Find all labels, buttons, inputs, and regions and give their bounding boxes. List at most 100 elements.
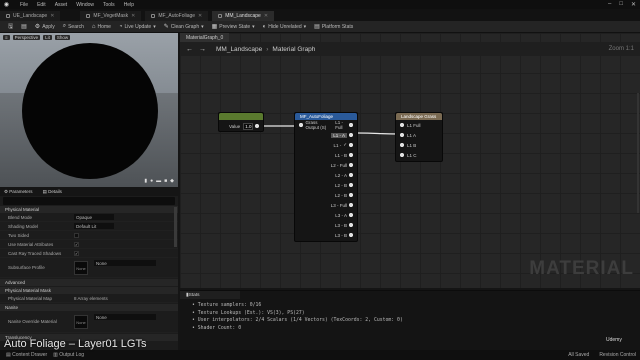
apply-icon: ⚙ — [34, 24, 41, 30]
nanite-override-select[interactable]: None — [94, 314, 156, 320]
lit-button[interactable]: Lit — [43, 35, 52, 40]
perspective-button[interactable]: Perspective — [12, 35, 41, 40]
platform-stats-button[interactable]: ▤ Platform Stats — [314, 23, 353, 31]
section-physical-material[interactable]: Physical Material — [0, 206, 178, 213]
cube-icon[interactable]: ■ — [164, 178, 167, 184]
folder-icon: ▤ — [21, 24, 27, 30]
close-icon[interactable]: ✕ — [631, 1, 636, 8]
content-drawer-button[interactable]: ▤ Content Drawer — [6, 352, 47, 358]
all-saved-indicator[interactable]: All Saved — [568, 352, 589, 358]
close-tab-icon[interactable]: ✕ — [198, 13, 202, 19]
clean-graph-button[interactable]: ✎ Clean Graph ▾ — [164, 23, 204, 31]
search-button[interactable]: ⌕ Search — [63, 23, 84, 30]
browse-button[interactable]: ▤ — [21, 23, 27, 30]
details-scrollbar[interactable] — [174, 207, 177, 247]
hide-unrelated-button[interactable]: ◐ Hide Unrelated ▾ — [263, 24, 307, 30]
stats-tab[interactable]: ▮ Stats — [180, 291, 240, 299]
grass-input-pin[interactable] — [400, 143, 404, 147]
details-search-input[interactable] — [3, 197, 175, 205]
menu-edit[interactable]: Edit — [37, 2, 46, 8]
output-pin[interactable] — [349, 143, 353, 147]
output-pin[interactable] — [349, 223, 353, 227]
output-pin[interactable] — [349, 173, 353, 177]
output-pin[interactable] — [349, 153, 353, 157]
two-sided-checkbox[interactable] — [74, 233, 79, 238]
apply-button[interactable]: ⚙ Apply — [34, 23, 55, 31]
output-pin[interactable] — [349, 203, 353, 207]
tab-mf-autofoliage[interactable]: MF_AutoFoliage ✕ — [145, 11, 209, 21]
level-icon — [6, 14, 10, 18]
grass-input-pin[interactable] — [400, 133, 404, 137]
revision-control-button[interactable]: Revision Control — [599, 352, 636, 358]
material-graph[interactable]: MaterialGraph_0 ← → MM_Landscape › Mater… — [180, 33, 640, 288]
output-pin[interactable] — [349, 193, 353, 197]
live-update-label: Live Update — [124, 23, 152, 30]
output-pin[interactable] — [349, 163, 353, 167]
unreal-logo-icon[interactable]: ◉ — [2, 0, 11, 9]
tab-parameters[interactable]: ⚙ Parameters — [4, 189, 33, 195]
close-tab-icon[interactable]: ✕ — [264, 13, 268, 19]
prop-label: Nanite Override Material — [8, 319, 57, 324]
output-pin-l1-full[interactable] — [349, 123, 353, 127]
preview-viewport[interactable]: ≡ Perspective Lit Show ▮ ● ▬ ■ ◆ — [0, 33, 178, 187]
minimize-icon[interactable]: – — [608, 1, 611, 8]
constant-output-pin[interactable] — [255, 124, 259, 128]
output-pin[interactable] — [349, 183, 353, 187]
grass-input-label: L1 A — [407, 132, 417, 138]
menu-help[interactable]: Help — [124, 2, 134, 8]
menu-icon[interactable]: ≡ — [3, 35, 10, 40]
mf-autofoliage-node[interactable]: MF_AutoFoliage Grass Output (S) L1 - Ful… — [294, 112, 358, 242]
save-button[interactable]: 🖫 — [8, 22, 13, 32]
grass-output-input-pin[interactable] — [299, 123, 303, 127]
menu-asset[interactable]: Asset — [55, 2, 68, 8]
section-advanced[interactable]: Advanced — [0, 279, 178, 286]
close-tab-icon[interactable]: ✕ — [131, 13, 135, 19]
maximize-icon[interactable]: □ — [619, 1, 623, 8]
section-nanite[interactable]: Nanite — [0, 304, 178, 311]
landscape-grass-node[interactable]: Landscape Grass L1 Full L1 A L1 B L1 C — [395, 112, 443, 162]
stats-panel: ▮ Stats • Texture samplers: 0/16 • Textu… — [180, 290, 640, 350]
stats-text: Texture Lookups (Est.): VS(3), PS(27) — [197, 310, 305, 316]
subsurface-thumbnail[interactable]: None — [74, 261, 88, 275]
tab-mf-vegetmask[interactable]: MF_VegetMask ✕ — [80, 11, 142, 21]
grass-input-pin[interactable] — [400, 123, 404, 127]
subsurface-profile-select[interactable]: None — [94, 260, 156, 266]
grass-input-pin[interactable] — [400, 153, 404, 157]
checkmark-icon: ✓ — [343, 142, 347, 147]
close-tab-icon[interactable]: ✕ — [50, 13, 54, 19]
prop-nanite-override: Nanite Override Material None None — [0, 311, 178, 333]
use-material-attributes-checkbox[interactable]: ✓ — [74, 242, 79, 247]
physical-material-map-value[interactable]: 8 Array elements — [74, 296, 108, 301]
constant-value-input[interactable]: 1.0 — [243, 122, 254, 130]
output-pin-l1-a[interactable] — [349, 133, 353, 137]
chevron-down-icon: ▾ — [153, 23, 156, 30]
chevron-down-icon: ▾ — [303, 23, 307, 30]
blend-mode-select[interactable]: Opaque — [74, 214, 114, 220]
menu-tools[interactable]: Tools — [103, 2, 115, 8]
live-update-button[interactable]: ◔ Live Update ▾ — [119, 24, 156, 30]
tab-details[interactable]: ▤ Details — [43, 189, 62, 195]
graph-scrollbar[interactable] — [637, 93, 639, 213]
teapot-icon[interactable]: ◆ — [170, 178, 174, 184]
home-button[interactable]: ⌂ Home — [92, 24, 111, 30]
menu-file[interactable]: File — [20, 2, 28, 8]
shading-model-select[interactable]: Default Lit — [74, 223, 114, 229]
tab-ue-landscape[interactable]: UE_Landscape ✕ — [0, 11, 61, 21]
preview-state-button[interactable]: ▦ Preview State ▾ — [212, 23, 255, 31]
menu-bar: ◉ File Edit Asset Window Tools Help – □ … — [0, 0, 640, 9]
section-physical-material-mask[interactable]: Physical Material Mask — [0, 287, 178, 294]
sphere-icon[interactable]: ● — [150, 178, 153, 184]
show-button[interactable]: Show — [54, 35, 71, 40]
constant-value-node[interactable]: Value 1.0 — [218, 112, 264, 132]
nanite-thumbnail[interactable]: None — [74, 315, 88, 329]
output-pin[interactable] — [349, 213, 353, 217]
cylinder-icon[interactable]: ▮ — [144, 178, 147, 184]
plane-icon[interactable]: ▬ — [156, 178, 161, 184]
tab-mm-landscape[interactable]: MM_Landscape ✕ — [212, 11, 275, 21]
output-log-button[interactable]: ▥ Output Log — [53, 352, 84, 358]
prop-label: Blend Mode — [8, 214, 33, 220]
wire-l1a-to-grass[interactable] — [356, 132, 400, 135]
menu-window[interactable]: Window — [76, 2, 94, 8]
cast-ray-traced-shadows-checkbox[interactable]: ✓ — [74, 251, 79, 256]
output-pin[interactable] — [349, 233, 353, 237]
